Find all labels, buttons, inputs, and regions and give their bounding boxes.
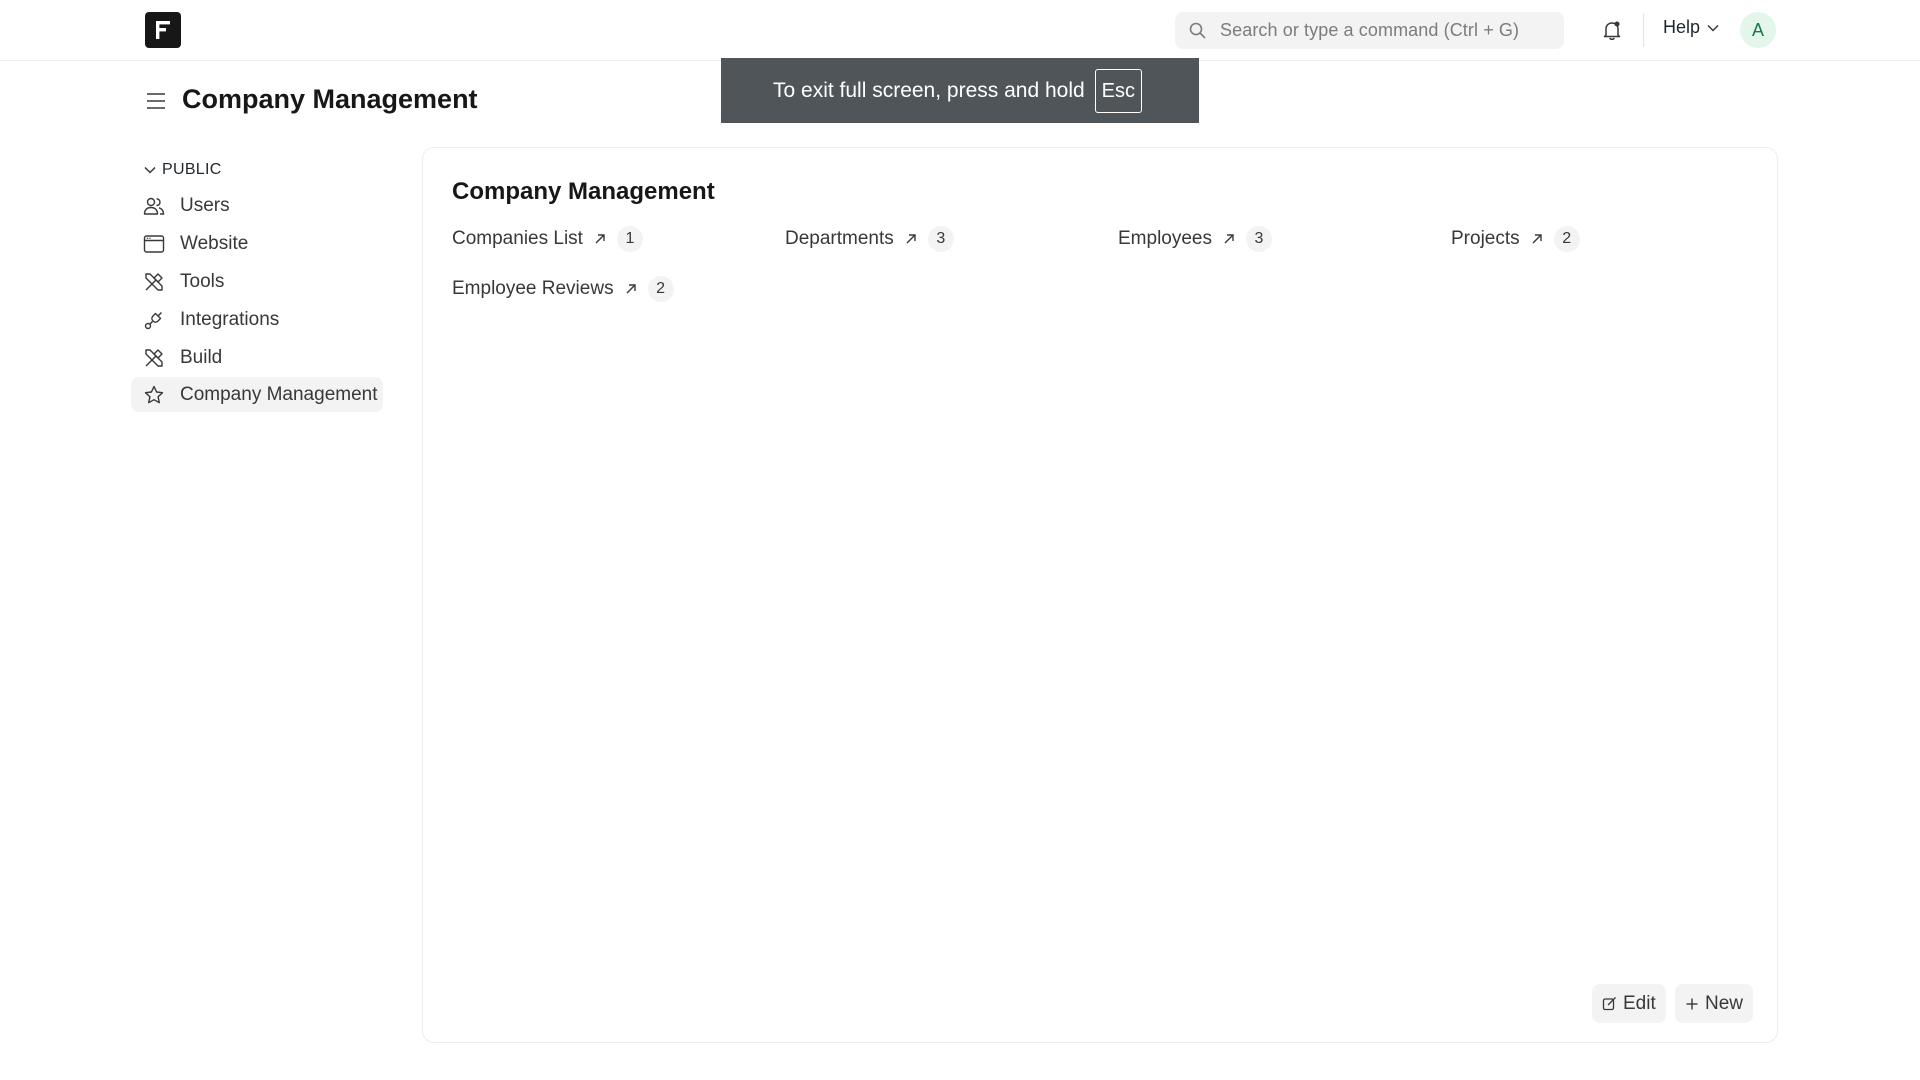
shortcut-label: Employee Reviews xyxy=(452,278,614,299)
sidebar-item-label: Website xyxy=(180,232,249,254)
sidebar-item-integrations[interactable]: Integrations xyxy=(131,302,383,337)
sidebar-item-label: Build xyxy=(180,346,223,368)
sidebar-item-tools[interactable]: Tools xyxy=(131,264,383,299)
sidebar-item-users[interactable]: Users xyxy=(131,188,383,223)
sidebar-section-public[interactable]: PUBLIC xyxy=(144,161,222,179)
shortcut-count-badge: 3 xyxy=(1246,226,1272,252)
shortcut-count-badge: 1 xyxy=(616,226,643,252)
arrow-up-right-icon xyxy=(906,234,916,244)
avatar[interactable]: A xyxy=(1740,12,1776,48)
sidebar-item-label: Integrations xyxy=(180,308,280,330)
page-title: Company Management xyxy=(182,84,478,114)
sidebar-item-label: Company Management xyxy=(180,383,378,405)
arrow-up-right-icon xyxy=(595,234,605,244)
fullscreen-exit-notice: To exit full screen, press and hold Esc xyxy=(721,58,1199,123)
tools-icon xyxy=(145,272,163,291)
shortcut-label: Employees xyxy=(1118,228,1212,249)
notification-bell-icon[interactable] xyxy=(1600,18,1624,42)
sidebar-item-company-management[interactable]: Company Management xyxy=(131,377,383,412)
shortcut-employee-reviews[interactable]: Employee Reviews 2 xyxy=(452,276,674,302)
help-label: Help xyxy=(1663,17,1701,37)
search-input[interactable]: Search or type a command (Ctrl + G) xyxy=(1175,12,1564,49)
search-icon xyxy=(1189,22,1206,39)
shortcut-departments[interactable]: Departments 3 xyxy=(785,226,954,252)
shortcut-companies-list[interactable]: Companies List 1 xyxy=(452,226,643,252)
plus-icon xyxy=(1686,998,1698,1009)
new-label: New xyxy=(1705,992,1744,1014)
help-dropdown[interactable]: Help xyxy=(1663,17,1719,38)
shortcut-count-badge: 2 xyxy=(647,276,674,302)
browser-window-icon xyxy=(143,234,165,253)
sidebar-item-label: Tools xyxy=(180,270,225,292)
workspace-card: Company Management Companies List 1 Depa… xyxy=(422,147,1778,1043)
sidebar-item-website[interactable]: Website xyxy=(131,226,383,261)
arrow-up-right-icon xyxy=(1532,234,1542,244)
shortcut-projects[interactable]: Projects 2 xyxy=(1451,226,1580,252)
shortcut-count-badge: 2 xyxy=(1553,226,1580,252)
arrow-up-right-icon xyxy=(626,284,636,294)
workspace-title: Company Management xyxy=(452,178,715,205)
esc-key-badge: Esc xyxy=(1094,68,1143,113)
shortcut-label: Companies List xyxy=(452,228,583,249)
users-icon xyxy=(143,197,165,215)
shortcut-count-badge: 3 xyxy=(927,226,954,252)
chevron-down-icon xyxy=(1707,24,1719,32)
star-icon xyxy=(144,385,164,403)
shortcut-employees[interactable]: Employees 3 xyxy=(1118,226,1272,252)
integrations-icon xyxy=(144,311,162,329)
chevron-down-icon xyxy=(144,166,156,174)
fullscreen-notice-text: To exit full screen, press and hold xyxy=(773,78,1085,102)
sidebar-item-label: Users xyxy=(180,194,230,216)
edit-icon xyxy=(1602,997,1616,1011)
navbar-divider xyxy=(1643,14,1644,47)
edit-label: Edit xyxy=(1623,992,1656,1014)
sidebar-toggle-icon[interactable] xyxy=(146,91,166,111)
build-icon xyxy=(145,348,163,367)
sidebar-item-build[interactable]: Build xyxy=(131,340,383,375)
shortcut-label: Departments xyxy=(785,228,894,249)
search-placeholder: Search or type a command (Ctrl + G) xyxy=(1220,20,1520,40)
sidebar-section-label: PUBLIC xyxy=(162,161,222,178)
edit-button[interactable]: Edit xyxy=(1592,984,1666,1023)
arrow-up-right-icon xyxy=(1224,234,1234,244)
shortcut-label: Projects xyxy=(1451,228,1520,249)
new-button[interactable]: New xyxy=(1675,984,1754,1023)
frappe-logo-icon[interactable] xyxy=(145,12,181,48)
navbar: Search or type a command (Ctrl + G) Help… xyxy=(0,0,1920,61)
